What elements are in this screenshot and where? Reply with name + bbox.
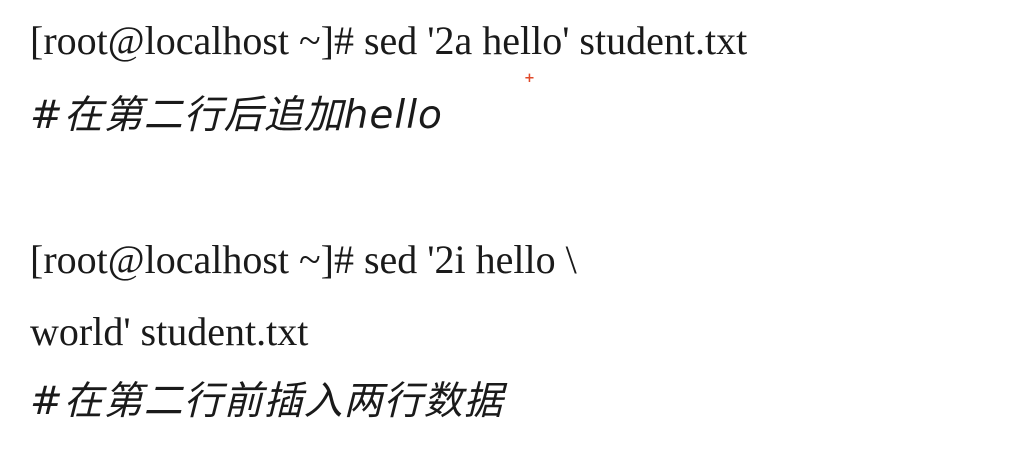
command-sed-append: [root@localhost ~]# sed '2a hello' stude… [30,18,748,63]
command-sed-insert-line2: world' student.txt [30,309,309,354]
command-sed-insert-line1: [root@localhost ~]# sed '2i hello \ [30,237,577,282]
comment-append: #在第二行后追加hello [30,93,443,138]
document-page: [root@localhost ~]# sed '2a hello' stude… [0,0,1011,465]
comment-insert: #在第二行前插入两行数据 [30,379,504,424]
cursor-plus-icon: + [524,71,535,86]
